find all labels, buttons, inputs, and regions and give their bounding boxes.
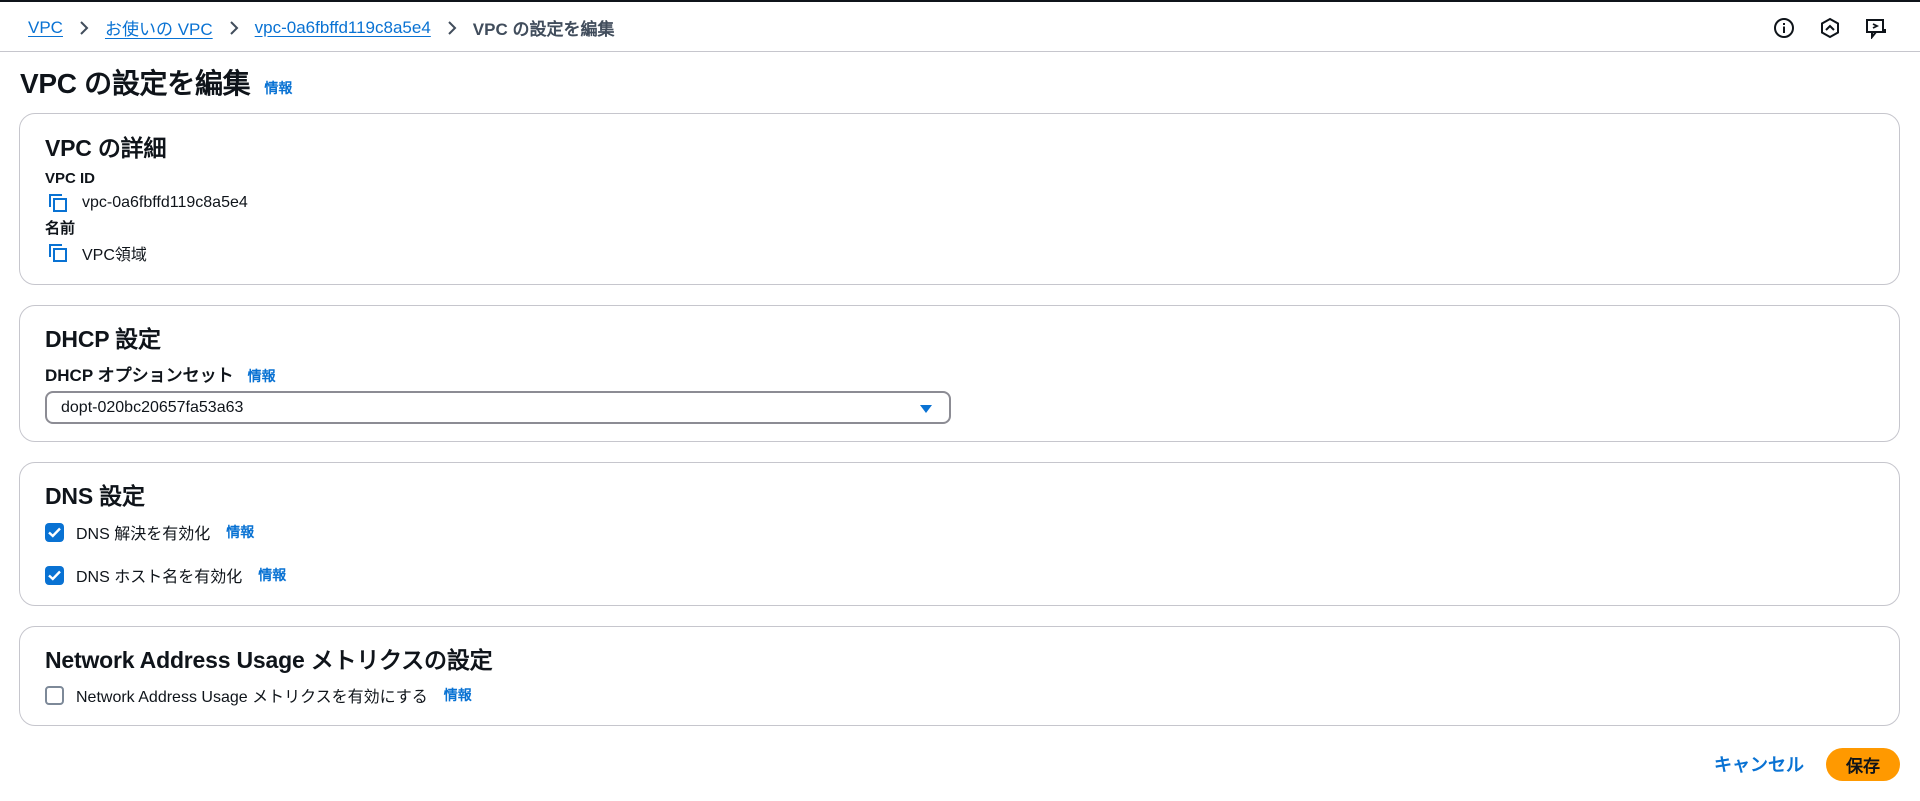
- feedback-icon[interactable]: [1864, 16, 1888, 40]
- breadcrumb-vpc[interactable]: VPC: [28, 18, 63, 38]
- breadcrumb-bar: VPC お使いの VPC vpc-0a6fbffd119c8a5e4 VPC の…: [0, 2, 1920, 52]
- vpc-id-value: vpc-0a6fbffd119c8a5e4: [82, 194, 248, 211]
- breadcrumb-current: VPC の設定を編集: [472, 20, 615, 39]
- nau-metrics-title: Network Address Usage メトリクスの設定: [45, 647, 493, 673]
- dhcp-info-link[interactable]: 情報: [248, 366, 276, 386]
- dns-hostnames-label[interactable]: DNS ホスト名を有効化: [76, 563, 242, 587]
- vpc-name-label: 名前: [45, 220, 76, 237]
- dhcp-option-set-label: DHCP オプションセット: [45, 366, 234, 385]
- nau-metrics-panel: Network Address Usage メトリクスの設定 Network A…: [19, 626, 1900, 726]
- dns-resolution-label[interactable]: DNS 解決を有効化: [76, 520, 210, 544]
- dhcp-option-set-select[interactable]: dopt-020bc20657fa53a63: [45, 391, 951, 424]
- nau-enable-checkbox[interactable]: [45, 685, 64, 705]
- dns-resolution-checkbox[interactable]: [45, 522, 64, 542]
- vpc-id-value-row: vpc-0a6fbffd119c8a5e4: [48, 193, 248, 213]
- chevron-right-icon: [227, 20, 241, 35]
- dns-resolution-info-link[interactable]: 情報: [226, 522, 254, 542]
- notification-icon[interactable]: [1818, 16, 1842, 40]
- breadcrumb: VPC お使いの VPC vpc-0a6fbffd119c8a5e4 VPC の…: [28, 15, 614, 40]
- vpc-name-value-row: VPC領域: [48, 241, 147, 265]
- top-utility-icons: [1772, 16, 1888, 40]
- form-actions: キャンセル 保存: [1712, 745, 1900, 783]
- dns-hostnames-info-link[interactable]: 情報: [258, 565, 286, 585]
- dhcp-option-set-label-row: DHCP オプションセット 情報: [45, 361, 276, 386]
- save-button[interactable]: 保存: [1826, 747, 1900, 781]
- page-title: VPC の設定を編集: [20, 68, 251, 99]
- breadcrumb-your-vpcs[interactable]: お使いの VPC: [105, 15, 213, 40]
- chevron-right-icon: [445, 20, 459, 35]
- nau-info-link[interactable]: 情報: [444, 685, 472, 705]
- copy-icon[interactable]: [48, 193, 68, 213]
- vpc-details-panel: VPC の詳細 VPC ID vpc-0a6fbffd119c8a5e4 名前 …: [19, 113, 1900, 285]
- dhcp-option-set-selected: dopt-020bc20657fa53a63: [61, 398, 244, 416]
- dhcp-settings-panel: DHCP 設定 DHCP オプションセット 情報 dopt-020bc20657…: [19, 305, 1900, 442]
- breadcrumb-vpc-id[interactable]: vpc-0a6fbffd119c8a5e4: [255, 18, 431, 38]
- page-info-link[interactable]: 情報: [264, 78, 292, 98]
- nau-enable-row: Network Address Usage メトリクスを有効にする 情報: [45, 683, 472, 707]
- chevron-right-icon: [77, 20, 91, 35]
- vpc-name-value: VPC領域: [82, 247, 147, 264]
- dns-resolution-row: DNS 解決を有効化 情報: [45, 520, 254, 544]
- cancel-button[interactable]: キャンセル: [1712, 745, 1806, 783]
- page-header: VPC の設定を編集 情報: [20, 62, 292, 102]
- caret-down-icon: [919, 402, 933, 414]
- dns-hostnames-row: DNS ホスト名を有効化 情報: [45, 563, 286, 587]
- dhcp-settings-title: DHCP 設定: [45, 326, 161, 352]
- copy-icon[interactable]: [48, 243, 68, 263]
- info-icon[interactable]: [1772, 16, 1796, 40]
- dns-settings-panel: DNS 設定 DNS 解決を有効化 情報 DNS ホスト名を有効化 情報: [19, 462, 1900, 606]
- vpc-id-label: VPC ID: [45, 170, 96, 187]
- nau-enable-label[interactable]: Network Address Usage メトリクスを有効にする: [76, 683, 428, 707]
- dns-settings-title: DNS 設定: [45, 483, 145, 509]
- vpc-details-title: VPC の詳細: [45, 135, 167, 161]
- dns-hostnames-checkbox[interactable]: [45, 565, 64, 585]
